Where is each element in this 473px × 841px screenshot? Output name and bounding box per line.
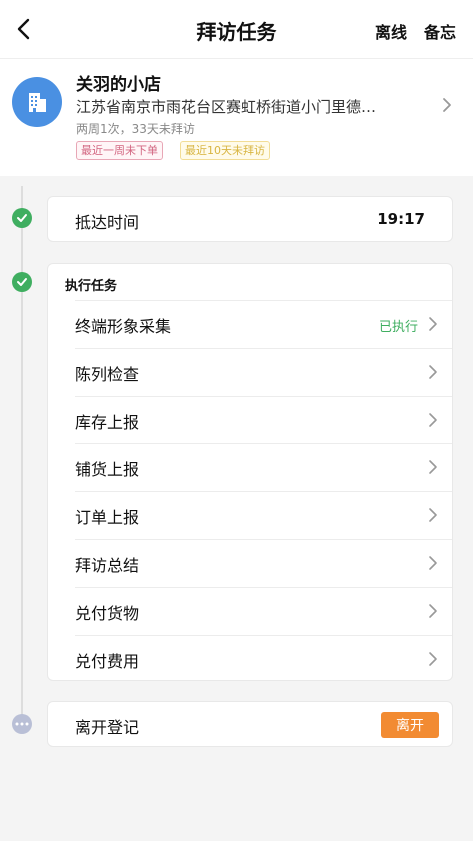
chevron-right-icon — [428, 603, 438, 619]
check-icon — [12, 272, 32, 292]
arrival-time: 19:17 — [377, 210, 425, 228]
task-label: 库存上报 — [75, 412, 140, 432]
chevron-right-icon — [428, 507, 438, 523]
chevron-right-icon — [428, 412, 438, 428]
leave-button[interactable]: 离开 — [381, 712, 439, 738]
task-label: 兑付费用 — [75, 651, 140, 671]
top-nav-bar: 拜访任务 离线 备忘 — [0, 0, 473, 58]
execute-tasks-card: 执行任务 终端形象采集 已执行 陈列检查 库存上报 铺货上报 订单上报 拜访总结… — [47, 263, 453, 681]
timeline-line — [21, 186, 23, 716]
visit-frequency-text: 两周1次，33天未拜访 — [76, 122, 195, 136]
task-label: 订单上报 — [75, 508, 140, 528]
arrival-label: 抵达时间 — [75, 213, 140, 232]
task-label: 铺货上报 — [75, 460, 140, 480]
chevron-right-icon — [428, 459, 438, 475]
no-order-badge: 最近一周未下单 — [76, 141, 163, 160]
store-address: 江苏省南京市雨花台区赛虹桥街道小门里德… — [76, 98, 377, 116]
chevron-right-icon — [440, 95, 454, 115]
arrival-time-card: 抵达时间 19:17 — [47, 196, 453, 242]
task-item-visit-summary[interactable]: 拜访总结 — [75, 538, 452, 587]
task-item-stock-report[interactable]: 库存上报 — [75, 395, 452, 444]
store-info-card[interactable]: 关羽的小店 江苏省南京市雨花台区赛虹桥街道小门里德… 两周1次，33天未拜访 最… — [0, 58, 473, 176]
chevron-right-icon — [428, 364, 438, 380]
check-icon — [12, 208, 32, 228]
task-label: 拜访总结 — [75, 555, 140, 575]
task-item-redeem-fees[interactable]: 兑付费用 — [75, 634, 452, 683]
store-building-icon — [12, 77, 62, 127]
chevron-right-icon — [428, 651, 438, 667]
more-dots-icon — [12, 714, 32, 734]
leave-label: 离开登记 — [75, 718, 140, 737]
leave-registration-card: 离开登记 离开 — [47, 701, 453, 747]
offline-button[interactable]: 离线 — [375, 19, 407, 43]
task-status: 已执行 — [378, 320, 418, 335]
chevron-right-icon — [428, 555, 438, 571]
task-label: 陈列检查 — [75, 364, 140, 384]
task-item-order-report[interactable]: 订单上报 — [75, 491, 452, 539]
task-list: 终端形象采集 已执行 陈列检查 库存上报 铺货上报 订单上报 拜访总结 兑付货物 — [48, 300, 452, 682]
chevron-right-icon — [428, 316, 438, 332]
store-name: 关羽的小店 — [76, 75, 161, 95]
task-item-redeem-goods[interactable]: 兑付货物 — [75, 586, 452, 635]
task-item-image-collection[interactable]: 终端形象采集 已执行 — [75, 300, 452, 348]
task-item-display-check[interactable]: 陈列检查 — [75, 347, 452, 396]
no-visit-badge: 最近10天未拜访 — [180, 141, 270, 160]
task-label: 终端形象采集 — [75, 317, 172, 336]
memo-button[interactable]: 备忘 — [424, 19, 456, 43]
task-label: 兑付货物 — [75, 603, 140, 623]
tasks-section-title: 执行任务 — [65, 279, 118, 294]
task-item-distribution-report[interactable]: 铺货上报 — [75, 443, 452, 491]
